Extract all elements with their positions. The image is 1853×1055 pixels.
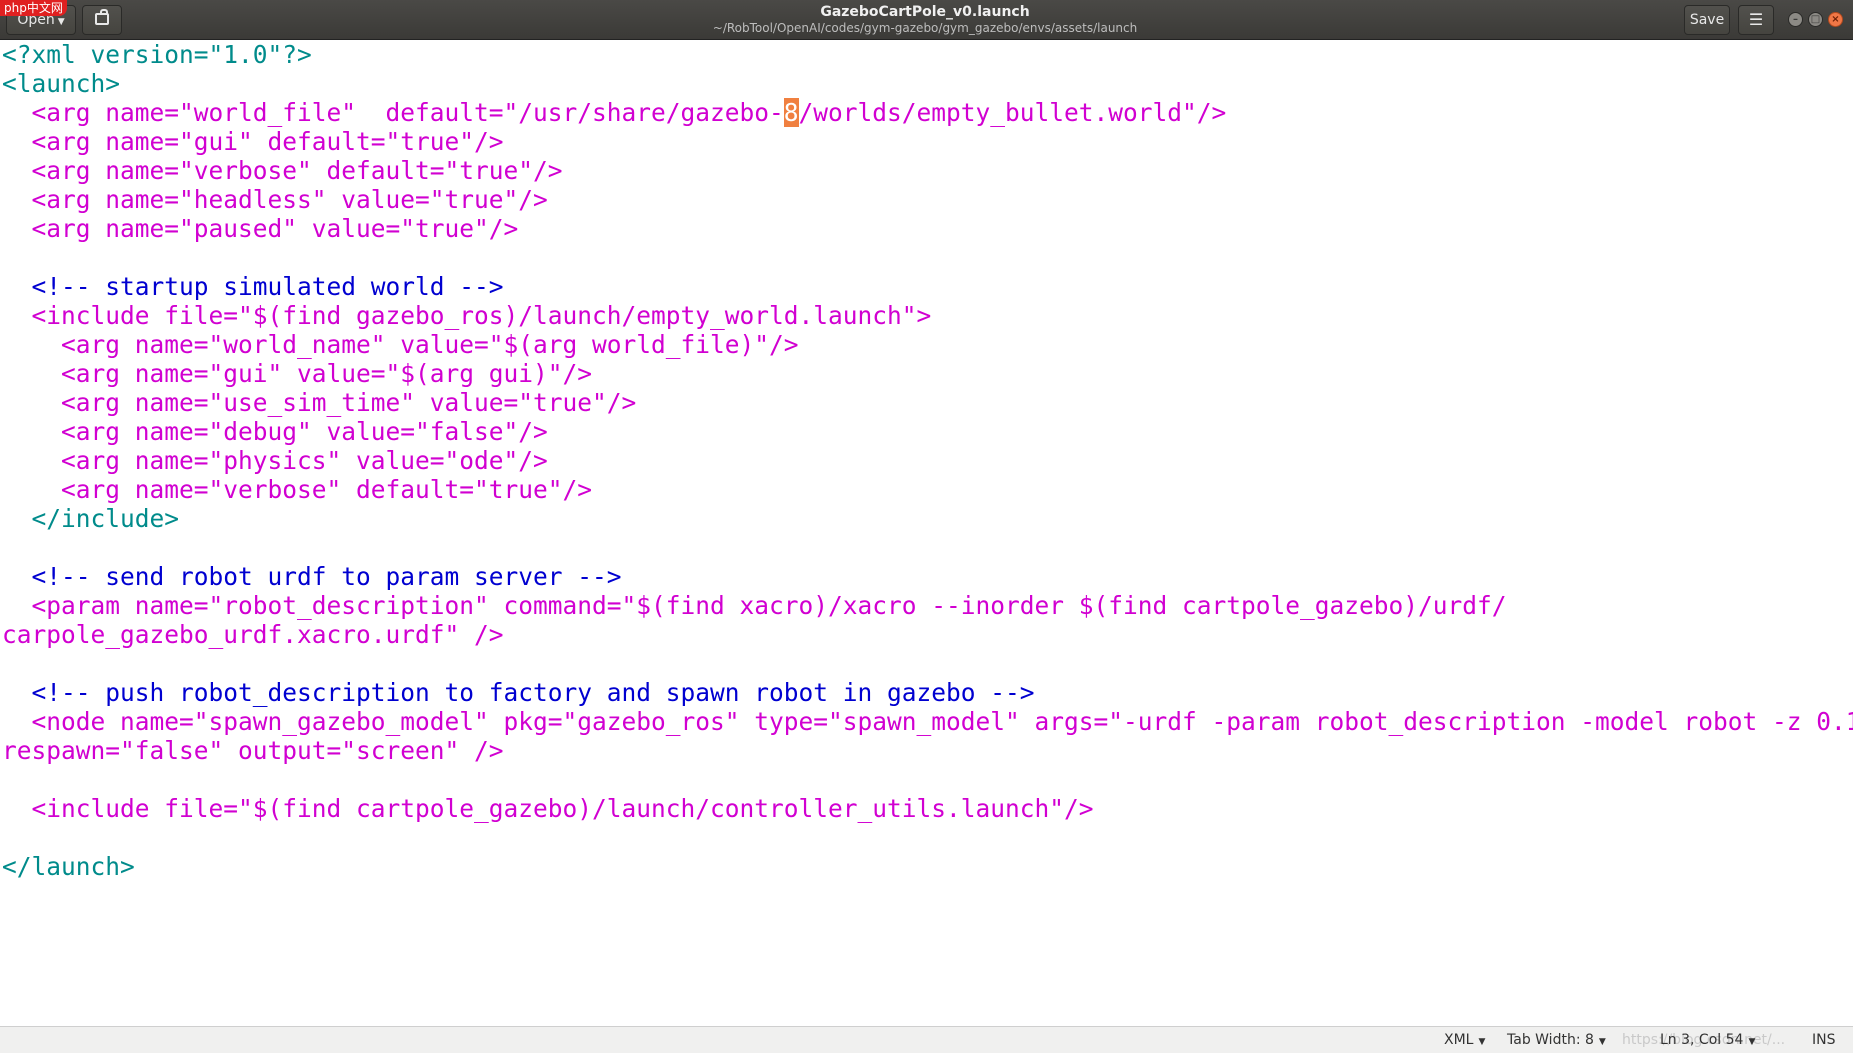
- chevron-down-icon: ▼: [1598, 1037, 1606, 1047]
- language-selector[interactable]: XML ▼: [1444, 1027, 1485, 1055]
- maximize-button[interactable]: □: [1808, 12, 1823, 27]
- code-line-19[interactable]: <!-- send robot urdf to param server -->: [2, 562, 622, 591]
- menu-button[interactable]: ☰: [1738, 5, 1774, 35]
- text-editor-area[interactable]: <?xml version="1.0"?> <launch> <arg name…: [0, 40, 1853, 1026]
- code-line-22[interactable]: <!-- push robot_description to factory a…: [2, 678, 1035, 707]
- code-line-15[interactable]: <arg name="physics" value="ode"/>: [2, 446, 548, 475]
- code-line-9[interactable]: <!-- startup simulated world -->: [2, 272, 504, 301]
- code-line-27[interactable]: </launch>: [2, 852, 135, 881]
- document-save-icon: [95, 9, 109, 25]
- chevron-down-icon: ▼: [1478, 1037, 1486, 1047]
- code-line-3[interactable]: <arg name="world_file" default="/usr/sha…: [2, 98, 1226, 127]
- chevron-down-icon: ▼: [57, 17, 65, 27]
- code-line-5[interactable]: <arg name="verbose" default="true"/>: [2, 156, 563, 185]
- insert-mode: INS: [1812, 1032, 1836, 1048]
- code-line-17[interactable]: </include>: [2, 504, 180, 533]
- save-button[interactable]: Save: [1684, 5, 1730, 35]
- status-bar: XML ▼ Tab Width: 8 ▼ https://blog.csdn.net…: [0, 1026, 1853, 1053]
- file-path: ~/RobTool/OpenAI/codes/gym-gazebo/gym_ga…: [712, 21, 1138, 35]
- minimize-button[interactable]: –: [1788, 12, 1803, 27]
- code-line-10[interactable]: <include file="$(find gazebo_ros)/launch…: [2, 301, 932, 330]
- code-line-23-wrap[interactable]: respawn="false" output="screen" />: [2, 736, 504, 765]
- code-line-20-wrap[interactable]: carpole_gazebo_urdf.xacro.urdf" />: [2, 620, 504, 649]
- tab-width-selector[interactable]: Tab Width: 8 ▼: [1507, 1027, 1606, 1055]
- code-line-4[interactable]: <arg name="gui" default="true"/>: [2, 127, 504, 156]
- code-line-11[interactable]: <arg name="world_name" value="$(arg worl…: [2, 330, 799, 359]
- code-line-13[interactable]: <arg name="use_sim_time" value="true"/>: [2, 388, 636, 417]
- window-title-area: GazeboCartPole_v0.launch ~/RobTool/OpenA…: [600, 4, 1250, 36]
- code-line-23[interactable]: <node name="spawn_gazebo_model" pkg="gaz…: [2, 707, 1853, 736]
- code-line-12[interactable]: <arg name="gui" value="$(arg gui)"/>: [2, 359, 592, 388]
- window-title: GazeboCartPole_v0.launch: [820, 4, 1030, 20]
- site-watermark-logo: php中文网: [0, 0, 67, 16]
- cursor-position[interactable]: Ln 3, Col 54 ▼: [1660, 1027, 1755, 1055]
- code-line-16[interactable]: <arg name="verbose" default="true"/>: [2, 475, 592, 504]
- header-bar: php中文网 Open ▼ GazeboCartPole_v0.launch ~/…: [0, 0, 1853, 40]
- close-button[interactable]: ×: [1828, 12, 1843, 27]
- text-cursor: 8: [783, 98, 799, 127]
- code-line-14[interactable]: <arg name="debug" value="false"/>: [2, 417, 548, 446]
- code-line-25[interactable]: <include file="$(find cartpole_gazebo)/l…: [2, 794, 1094, 823]
- code-line-20[interactable]: <param name="robot_description" command=…: [2, 591, 1507, 620]
- code-line-6[interactable]: <arg name="headless" value="true"/>: [2, 185, 548, 214]
- chevron-down-icon: ▼: [1748, 1037, 1756, 1047]
- hamburger-icon: ☰: [1748, 10, 1764, 29]
- code-line-2[interactable]: <launch>: [2, 69, 120, 98]
- code-text: <arg name="world_file" default="/usr/sha…: [2, 98, 784, 127]
- code-line-1[interactable]: <?xml version="1.0"?>: [2, 40, 312, 69]
- code-line-7[interactable]: <arg name="paused" value="true"/>: [2, 214, 519, 243]
- new-document-button[interactable]: [82, 5, 122, 35]
